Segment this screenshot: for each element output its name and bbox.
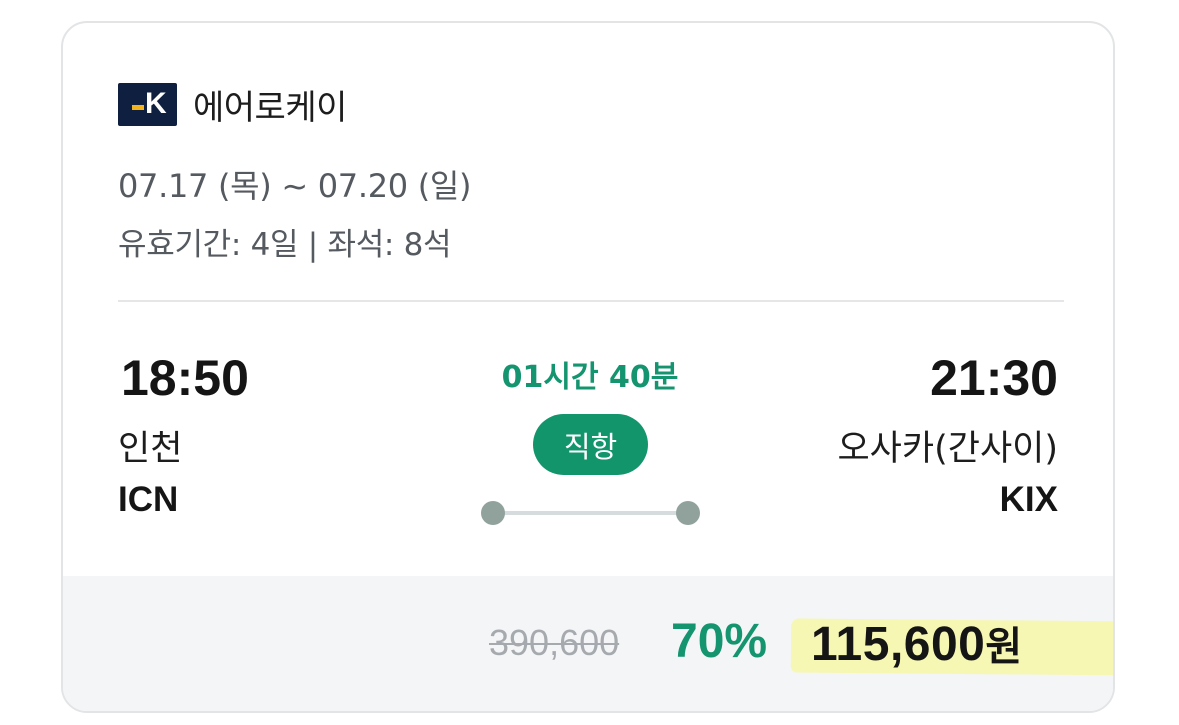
airline-name: 에어로케이 — [193, 88, 347, 128]
original-price: 390,600 — [489, 622, 620, 663]
route-line — [493, 511, 689, 515]
arrival-time: 21:30 — [930, 350, 1058, 406]
discount-rate: 70% — [671, 615, 768, 668]
origin-dot-icon — [481, 501, 505, 525]
arrival-code: KIX — [999, 480, 1058, 519]
flight-deal-card[interactable]: K 에어로케이 07.17 (목) ~ 07.20 (일) 유효기간: 4일 |… — [61, 21, 1115, 713]
destination-dot-icon — [676, 501, 700, 525]
logo-bar-icon — [132, 105, 144, 110]
departure-code: ICN — [118, 480, 179, 519]
flight-duration: 01시간 40분 — [501, 360, 679, 395]
price-section: 390,600 70% 115,600원 — [63, 576, 1113, 711]
direct-flight-badge: 직항 — [533, 414, 648, 475]
airline-logo: K — [118, 83, 177, 126]
validity-seats: 유효기간: 4일 | 좌석: 8석 — [118, 227, 452, 263]
final-price: 115,600원 — [811, 614, 1023, 672]
airline-header: K 에어로케이 — [118, 80, 347, 129]
currency-unit: 원 — [985, 624, 1023, 670]
departure-city: 인천 — [118, 429, 183, 469]
logo-letter: K — [145, 87, 167, 120]
final-price-amount: 115,600 — [811, 618, 986, 671]
departure-time: 18:50 — [121, 350, 249, 406]
travel-dates: 07.17 (목) ~ 07.20 (일) — [118, 167, 472, 205]
divider — [118, 300, 1064, 302]
arrival-city: 오사카(간사이) — [837, 429, 1058, 469]
